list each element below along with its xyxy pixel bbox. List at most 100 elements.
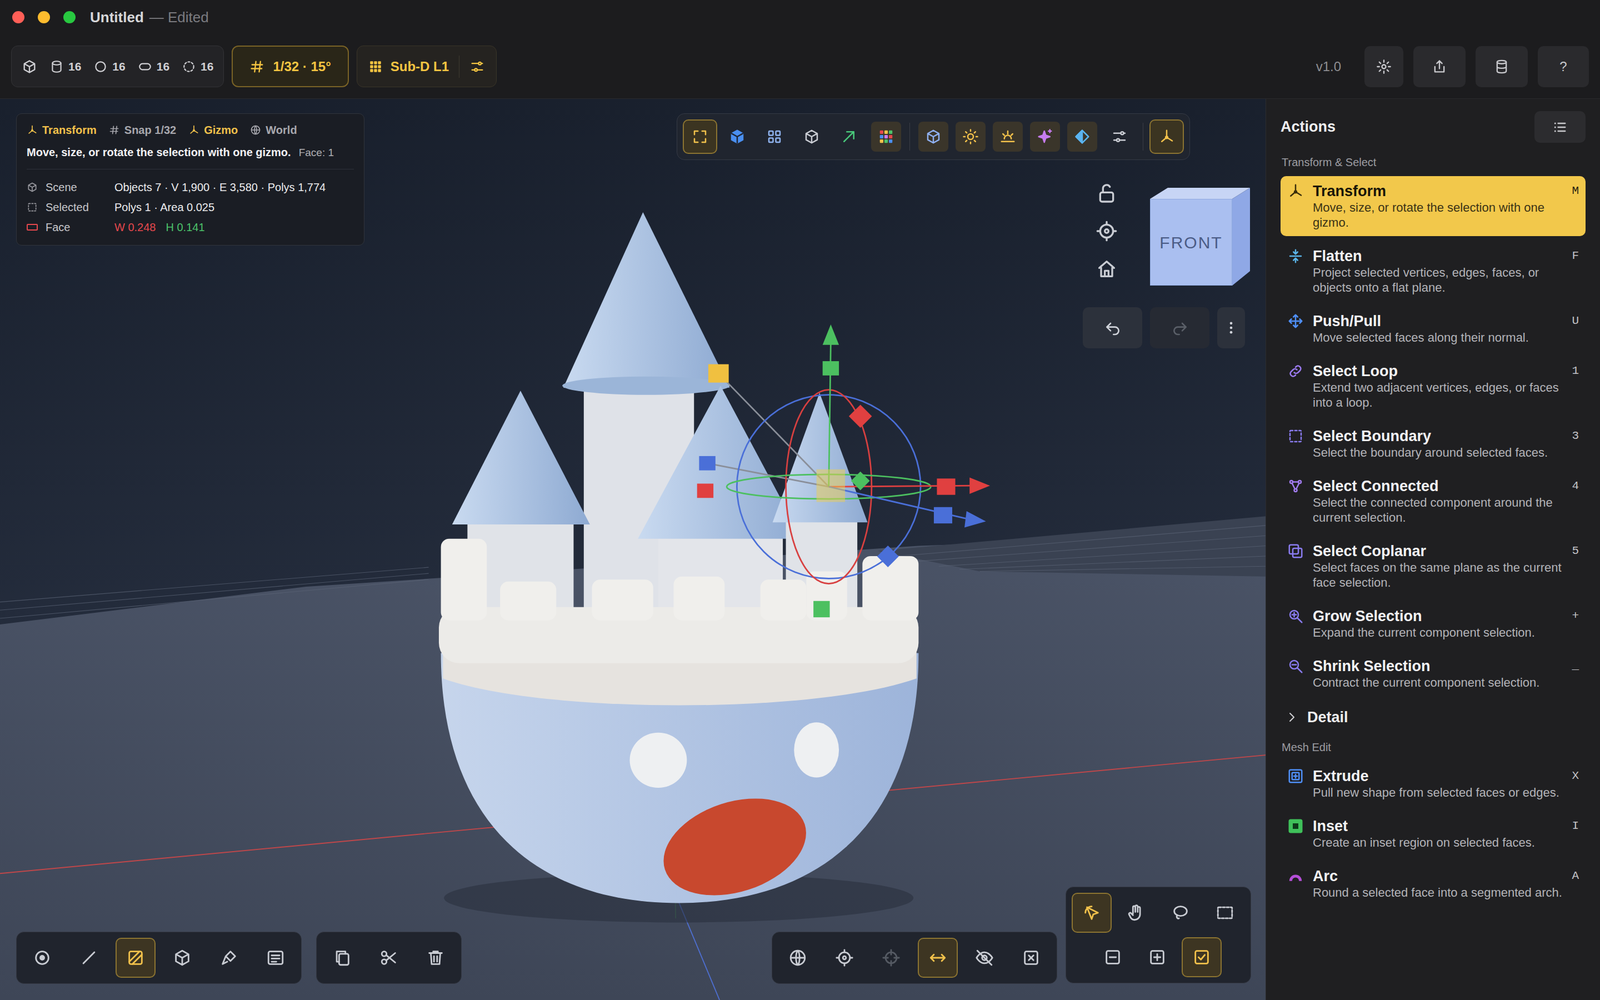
list-view-button[interactable] [1534, 111, 1586, 143]
home-button[interactable] [1095, 257, 1118, 280]
bounds-icon [925, 128, 942, 145]
storage-button[interactable] [1475, 46, 1528, 88]
focus-button[interactable] [1095, 220, 1118, 243]
select-tool-button[interactable] [1160, 892, 1201, 933]
primitive-button[interactable]: 16 [137, 57, 170, 76]
viewport-tool-button[interactable] [1027, 119, 1063, 154]
more-button[interactable] [1217, 307, 1245, 349]
view-toggle-button[interactable] [964, 937, 1005, 978]
selection-mode-group [16, 931, 302, 984]
select-op-button[interactable] [1181, 937, 1222, 978]
action-item[interactable]: ArcRound a selected face into a segmente… [1280, 861, 1586, 907]
action-item[interactable]: Select ConnectedSelect the connected com… [1280, 471, 1586, 532]
help-button[interactable]: ? [1537, 46, 1589, 88]
primitive-button[interactable]: 16 [93, 57, 125, 76]
app-window: Untitled— Edited 161616161/32 · 15°Sub-D… [0, 0, 1600, 1000]
toolbar-right: v1.0? [1316, 46, 1589, 88]
view-toggle-button[interactable] [871, 937, 912, 978]
view-cube[interactable]: FRONT [1150, 187, 1250, 288]
sliders-icon [469, 58, 485, 75]
info-header: TransformSnap 1/32GizmoWorld [26, 121, 354, 139]
viewport-tool-button[interactable] [916, 119, 951, 154]
redo-button[interactable] [1150, 307, 1210, 349]
primitive-button[interactable]: 16 [49, 57, 82, 76]
wireframe-icon [803, 128, 820, 145]
action-item[interactable]: ExtrudePull new shape from selected face… [1280, 761, 1586, 807]
share-button[interactable] [1413, 46, 1466, 88]
toggle-state [833, 121, 864, 152]
mode-button[interactable] [68, 937, 109, 978]
action-description: Contract the current component selection… [1312, 675, 1563, 690]
action-item[interactable]: FlattenProject selected vertices, edges,… [1280, 241, 1586, 302]
dashed-circle-icon [181, 59, 197, 74]
primitive-button[interactable] [21, 58, 38, 75]
viewport-tool-button[interactable] [831, 119, 867, 154]
undo-button[interactable] [1082, 307, 1143, 349]
viewport-tool-button[interactable] [794, 119, 829, 154]
add-icon [1147, 947, 1167, 967]
select-tool-button[interactable] [1205, 892, 1245, 933]
gizmo-indicator: Gizmo [188, 121, 238, 139]
close-button[interactable] [12, 11, 25, 24]
viewport-tool-button[interactable] [953, 119, 988, 154]
action-title: Arc [1312, 867, 1563, 885]
action-item[interactable]: InsetCreate an inset region on selected … [1280, 811, 1586, 857]
lock-button[interactable] [1095, 182, 1118, 205]
action-description: Select faces on the same plane as the cu… [1312, 560, 1563, 590]
edit-button[interactable] [415, 937, 456, 978]
view-toggle-button[interactable] [824, 937, 865, 978]
action-icon [1287, 607, 1304, 625]
select-op-button[interactable] [1137, 937, 1178, 978]
action-text: ExtrudePull new shape from selected face… [1312, 767, 1563, 800]
select-tool-button[interactable] [1116, 892, 1157, 933]
select-tool-button[interactable] [1071, 892, 1112, 933]
action-item[interactable]: Select BoundarySelect the boundary aroun… [1280, 421, 1586, 467]
action-icon [1287, 657, 1304, 675]
action-text: TransformMove, size, or rotate the selec… [1312, 182, 1563, 230]
viewport-tool-button[interactable] [720, 119, 755, 154]
globe-icon [788, 948, 808, 968]
globe-icon [250, 124, 262, 136]
view-toggle-button[interactable] [1011, 937, 1052, 978]
edit-button[interactable] [368, 937, 409, 978]
view-toggle-button[interactable] [917, 937, 958, 978]
action-item[interactable]: Grow SelectionExpand the current compone… [1280, 601, 1586, 647]
panel-title: Actions [1280, 115, 1336, 139]
minimize-button[interactable] [37, 11, 50, 24]
view-toggle-button[interactable] [777, 937, 818, 978]
action-title: Transform [1312, 182, 1563, 200]
environment-icon [999, 128, 1017, 145]
segment-count: 16 [112, 57, 125, 76]
edit-button[interactable] [322, 937, 363, 978]
viewport-tool-button[interactable] [1149, 119, 1184, 154]
mode-button[interactable] [255, 937, 296, 978]
zoom-button[interactable] [63, 11, 76, 24]
mode-button[interactable] [162, 937, 203, 978]
action-item[interactable]: Push/PullMove selected faces along their… [1280, 306, 1586, 352]
action-icon [1287, 817, 1304, 835]
settings-button[interactable] [1364, 46, 1404, 88]
snap-button[interactable]: 1/32 · 15° [231, 45, 349, 88]
window-title-group: Untitled— Edited [90, 6, 209, 29]
viewport-tool-button[interactable] [868, 119, 904, 154]
viewport-tool-button[interactable] [682, 119, 718, 154]
viewport-tool-button[interactable] [757, 119, 792, 154]
action-item[interactable]: TransformMove, size, or rotate the selec… [1280, 176, 1586, 237]
mode-button[interactable] [115, 937, 156, 978]
action-item[interactable]: Shrink SelectionContract the current com… [1280, 651, 1586, 697]
text-icon [266, 948, 285, 968]
primitive-button[interactable]: 16 [181, 57, 214, 76]
subtract-icon [1103, 947, 1123, 967]
mode-button[interactable] [22, 937, 63, 978]
viewport-tool-button[interactable] [1102, 119, 1137, 154]
viewport-tool-button[interactable] [1065, 119, 1100, 154]
viewport[interactable]: TransformSnap 1/32GizmoWorldMove, size, … [0, 98, 1266, 1000]
select-op-button[interactable] [1092, 937, 1133, 978]
viewport-tool-button[interactable] [990, 119, 1025, 154]
object-icon [172, 948, 192, 968]
history-controls [1082, 307, 1245, 349]
action-item[interactable]: Select CoplanarSelect faces on the same … [1280, 536, 1586, 597]
group-toggle[interactable]: Detail [1280, 699, 1586, 736]
action-item[interactable]: Select LoopExtend two adjacent vertices,… [1280, 356, 1586, 417]
mode-button[interactable] [208, 937, 249, 978]
